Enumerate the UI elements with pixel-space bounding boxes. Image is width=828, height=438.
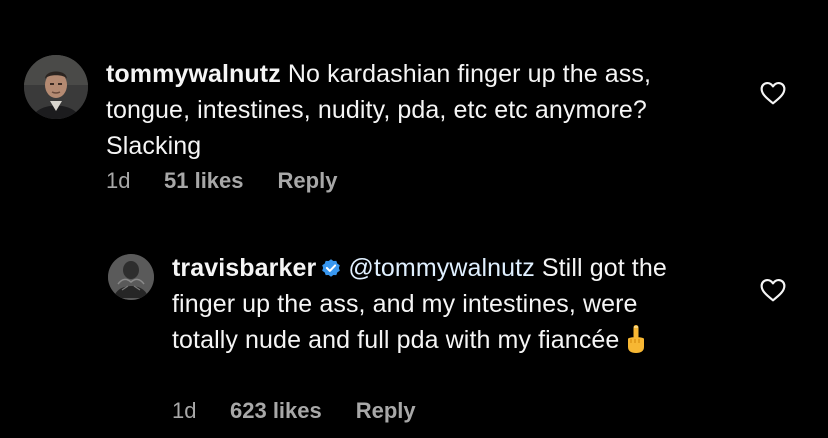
heart-outline-icon <box>760 278 786 302</box>
replier-avatar[interactable] <box>108 254 154 300</box>
heart-outline-icon <box>760 81 786 105</box>
comment-username[interactable]: tommywalnutz <box>106 60 281 88</box>
verified-badge-icon <box>322 259 341 277</box>
reply-reply-button[interactable]: Reply <box>356 398 416 424</box>
middle-finger-emoji-icon <box>628 325 645 353</box>
comment-age: 1d <box>106 168 131 193</box>
commenter-avatar[interactable] <box>24 55 88 119</box>
profile-photo-icon <box>108 254 154 300</box>
comment-likes-count[interactable]: 51 likes <box>164 168 244 194</box>
reply-age: 1d <box>172 398 197 423</box>
comment-reply-button[interactable]: Reply <box>278 168 338 194</box>
like-button[interactable] <box>760 278 786 302</box>
reply-body: travisbarker @tommywalnutz Still got the… <box>172 250 702 358</box>
like-button[interactable] <box>760 81 786 105</box>
reply-username[interactable]: travisbarker <box>172 254 316 282</box>
reply-likes-count[interactable]: 623 likes <box>230 398 322 424</box>
comment-meta: 1d 51 likes Reply <box>106 168 337 194</box>
comment-body: tommywalnutz No kardashian finger up the… <box>106 56 666 164</box>
reply-meta: 1d 623 likes Reply <box>172 398 416 424</box>
reply-mention-link[interactable]: @tommywalnutz <box>348 254 534 282</box>
profile-photo-icon <box>24 55 88 119</box>
